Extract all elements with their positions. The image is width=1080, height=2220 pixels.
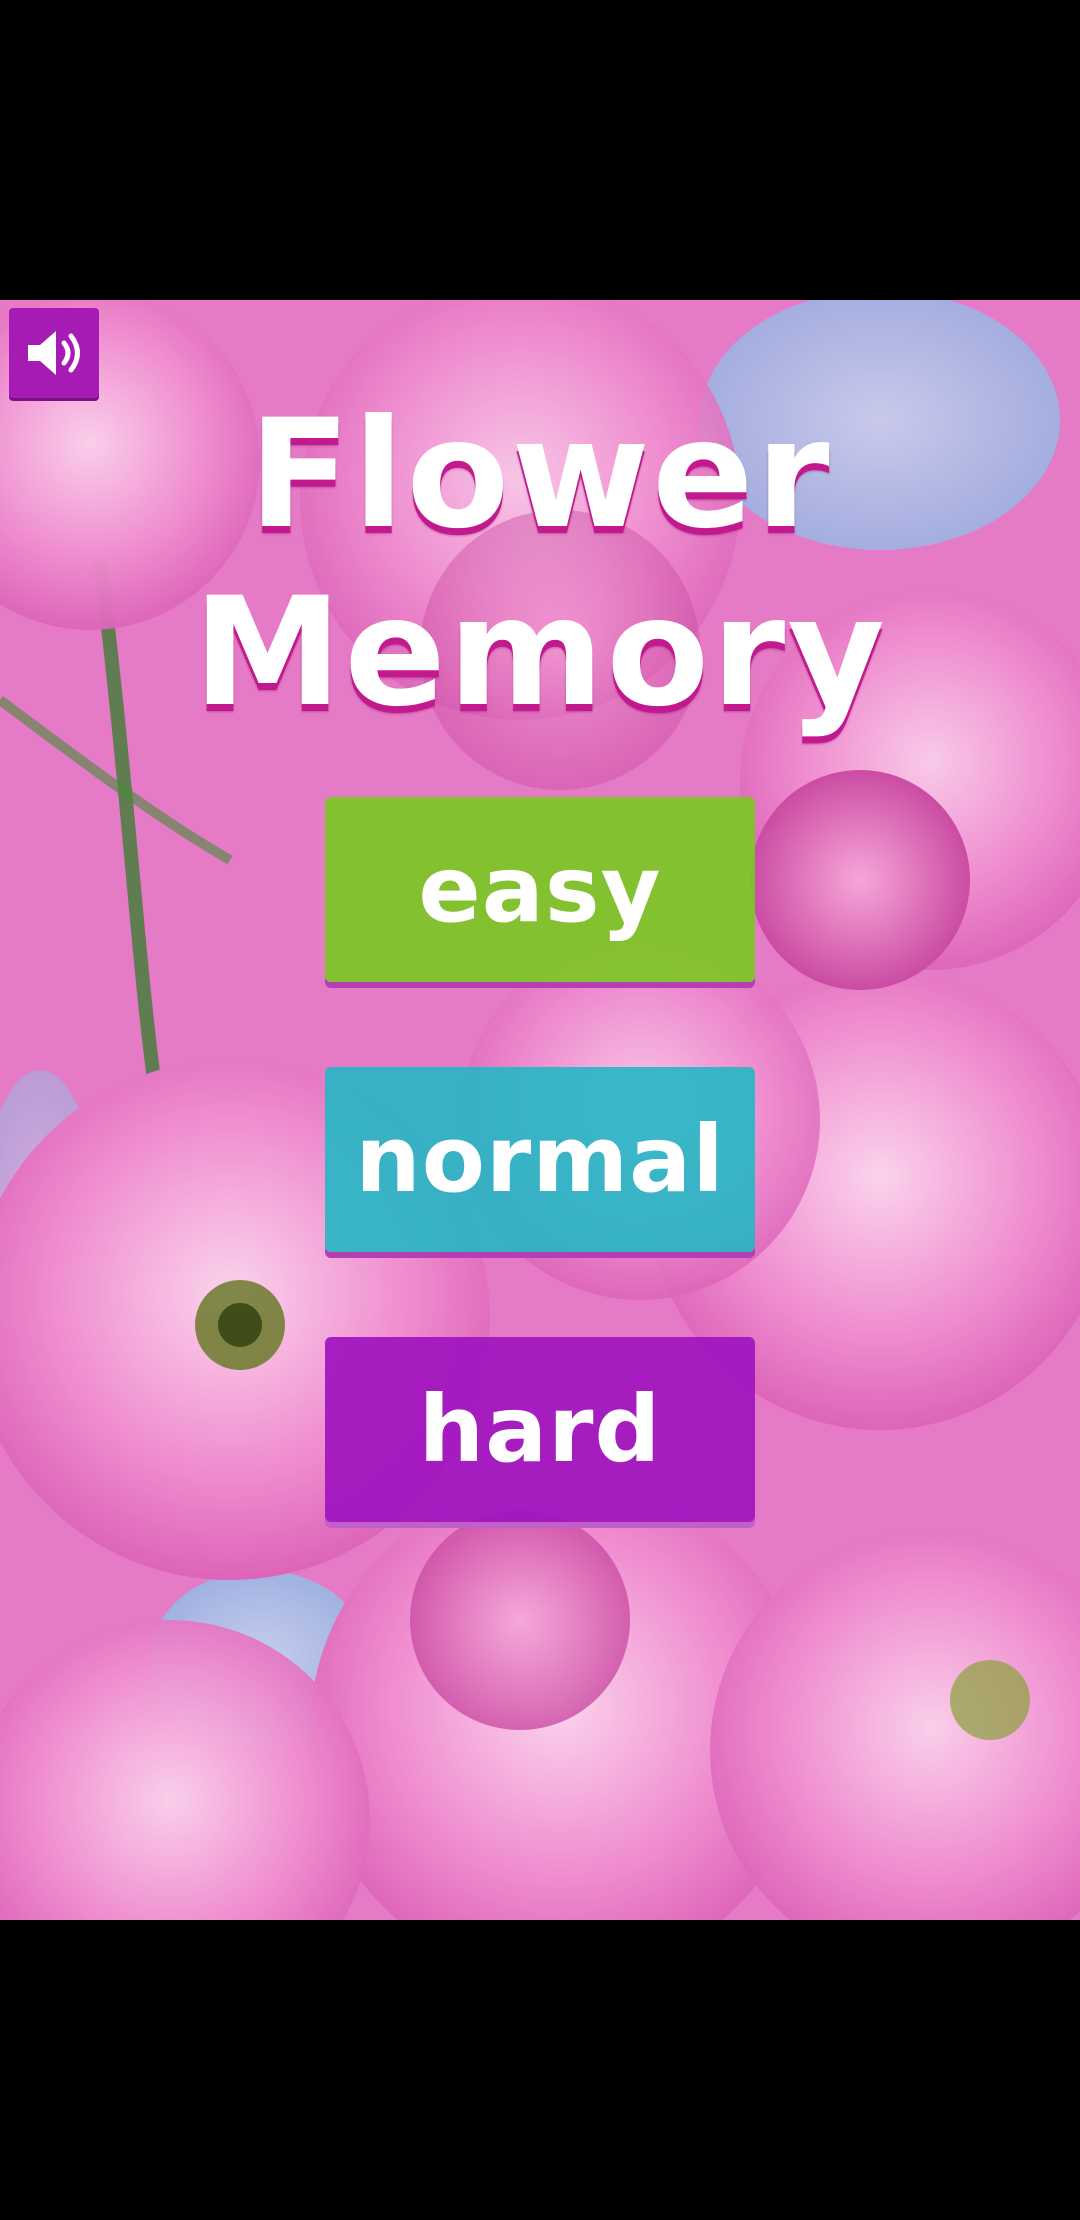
game-title-line1: Flower bbox=[248, 388, 832, 562]
game-title-line2: Memory bbox=[192, 566, 888, 740]
speaker-icon bbox=[28, 331, 80, 375]
game-screen: Flower Memory easy normal hard bbox=[0, 300, 1080, 1920]
easy-button[interactable]: easy bbox=[325, 797, 755, 982]
hard-button[interactable]: hard bbox=[325, 1337, 755, 1522]
sound-toggle-button[interactable] bbox=[9, 308, 99, 398]
normal-button[interactable]: normal bbox=[325, 1067, 755, 1252]
letterbox-bottom bbox=[0, 1920, 1080, 2220]
letterbox-top bbox=[0, 0, 1080, 300]
